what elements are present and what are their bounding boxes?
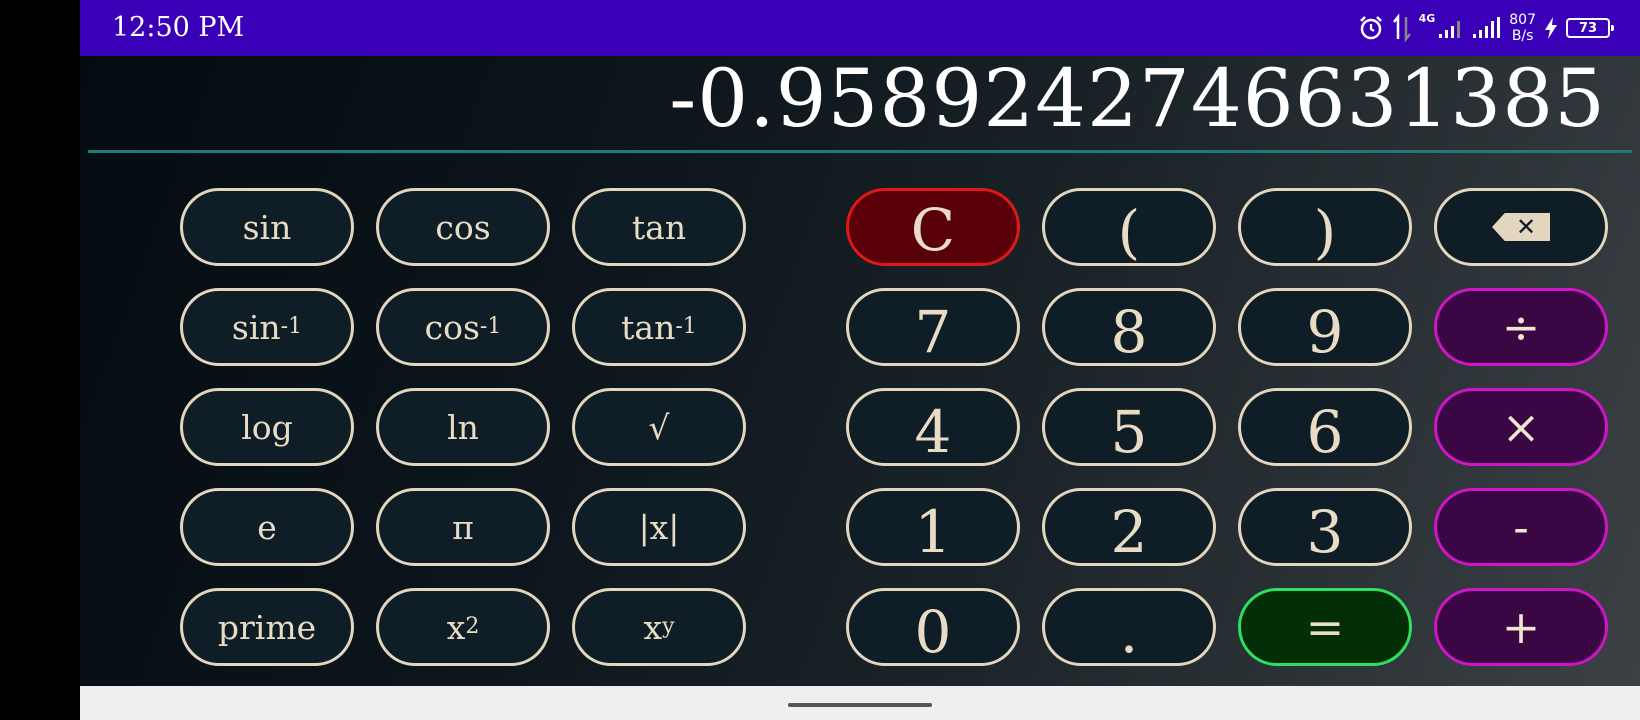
- ln-button[interactable]: ln: [376, 388, 550, 466]
- digit-8-label: 8: [1110, 298, 1148, 366]
- arctan-base: tan: [621, 307, 676, 347]
- network-speed: 807 B/s: [1509, 12, 1536, 44]
- home-indicator[interactable]: [788, 703, 932, 707]
- prime-label: prime: [217, 607, 317, 647]
- status-bar: 12:50 PM 4G 807 B/s 73: [80, 0, 1640, 56]
- clear-label: C: [910, 196, 956, 264]
- digit-5-label: 5: [1110, 398, 1148, 466]
- signal-strength-icon-2: [1473, 17, 1501, 39]
- display-divider: [88, 150, 1632, 153]
- digit-7-button[interactable]: 7: [846, 288, 1020, 366]
- arcsin-button[interactable]: sin -1: [180, 288, 354, 366]
- abs-button[interactable]: |x|: [572, 488, 746, 566]
- abs-label: |x|: [638, 507, 680, 547]
- digit-5-button[interactable]: 5: [1042, 388, 1216, 466]
- multiply-button[interactable]: ×: [1434, 388, 1608, 466]
- digit-2-button[interactable]: 2: [1042, 488, 1216, 566]
- equals-button[interactable]: =: [1238, 588, 1412, 666]
- divide-button[interactable]: ÷: [1434, 288, 1608, 366]
- clear-button[interactable]: C: [846, 188, 1020, 266]
- sin-label: sin: [242, 207, 292, 247]
- alarm-icon: [1357, 14, 1385, 42]
- equals-label: =: [1305, 600, 1345, 654]
- cos-button[interactable]: cos: [376, 188, 550, 266]
- arccos-base: cos: [424, 307, 480, 347]
- open-paren-button[interactable]: (: [1042, 188, 1216, 266]
- digit-6-button[interactable]: 6: [1238, 388, 1412, 466]
- result-display: -0.9589242746631385: [669, 52, 1606, 145]
- decimal-point-label: .: [1119, 598, 1139, 666]
- digit-8-button[interactable]: 8: [1042, 288, 1216, 366]
- digit-6-label: 6: [1306, 398, 1344, 466]
- e-button[interactable]: e: [180, 488, 354, 566]
- plus-label: +: [1501, 600, 1541, 654]
- square-button[interactable]: x2: [376, 588, 550, 666]
- calculator-screen: 12:50 PM 4G 807 B/s 73 -0.95892427466313…: [80, 0, 1640, 720]
- digit-7-label: 7: [914, 298, 952, 366]
- digit-2-label: 2: [1110, 498, 1148, 566]
- status-icons: 4G 807 B/s 73: [1357, 10, 1614, 46]
- digit-9-label: 9: [1306, 298, 1344, 366]
- power-base: x: [643, 607, 663, 647]
- e-label: e: [257, 507, 277, 547]
- calculator-body: -0.9589242746631385 sin cos tan sin -1 co…: [80, 52, 1640, 686]
- arccos-button[interactable]: cos -1: [376, 288, 550, 366]
- digit-0-label: 0: [914, 598, 952, 666]
- tan-button[interactable]: tan: [572, 188, 746, 266]
- backspace-button[interactable]: ✕: [1434, 188, 1608, 266]
- navigation-bar: [80, 686, 1640, 720]
- open-paren-label: (: [1117, 198, 1141, 266]
- sqrt-label: √: [648, 407, 670, 447]
- sin-button[interactable]: sin: [180, 188, 354, 266]
- battery-level: 73: [1578, 20, 1598, 36]
- status-time: 12:50 PM: [112, 12, 245, 43]
- pi-label: π: [452, 507, 474, 547]
- multiply-label: ×: [1501, 400, 1541, 454]
- minus-button[interactable]: -: [1434, 488, 1608, 566]
- arctan-button[interactable]: tan -1: [572, 288, 746, 366]
- prime-button[interactable]: prime: [180, 588, 354, 666]
- network-type-label: 4G: [1418, 12, 1436, 25]
- charging-icon: [1544, 17, 1558, 39]
- log-button[interactable]: log: [180, 388, 354, 466]
- network-speed-unit: B/s: [1511, 28, 1534, 44]
- log-label: log: [241, 407, 293, 447]
- digit-1-label: 1: [914, 498, 952, 566]
- data-transfer-icon: [1392, 13, 1411, 43]
- battery-icon: 73: [1566, 18, 1614, 38]
- power-button[interactable]: xy: [572, 588, 746, 666]
- close-paren-label: ): [1313, 198, 1337, 266]
- backspace-icon: ✕: [1492, 213, 1550, 241]
- pi-button[interactable]: π: [376, 488, 550, 566]
- ln-label: ln: [447, 407, 479, 447]
- network-speed-value: 807: [1509, 12, 1536, 28]
- digit-4-button[interactable]: 4: [846, 388, 1020, 466]
- digit-9-button[interactable]: 9: [1238, 288, 1412, 366]
- plus-button[interactable]: +: [1434, 588, 1608, 666]
- digit-3-button[interactable]: 3: [1238, 488, 1412, 566]
- sqrt-button[interactable]: √: [572, 388, 746, 466]
- digit-4-label: 4: [914, 398, 952, 466]
- close-paren-button[interactable]: ): [1238, 188, 1412, 266]
- digit-1-button[interactable]: 1: [846, 488, 1020, 566]
- tan-label: tan: [631, 207, 687, 247]
- divide-label: ÷: [1501, 300, 1541, 354]
- square-base: x: [446, 607, 466, 647]
- decimal-point-button[interactable]: .: [1042, 588, 1216, 666]
- arcsin-base: sin: [231, 307, 281, 347]
- minus-label: -: [1513, 500, 1529, 554]
- digit-0-button[interactable]: 0: [846, 588, 1020, 666]
- signal-strength-icon-1: [1439, 17, 1465, 39]
- digit-3-label: 3: [1306, 498, 1344, 566]
- cos-label: cos: [435, 207, 491, 247]
